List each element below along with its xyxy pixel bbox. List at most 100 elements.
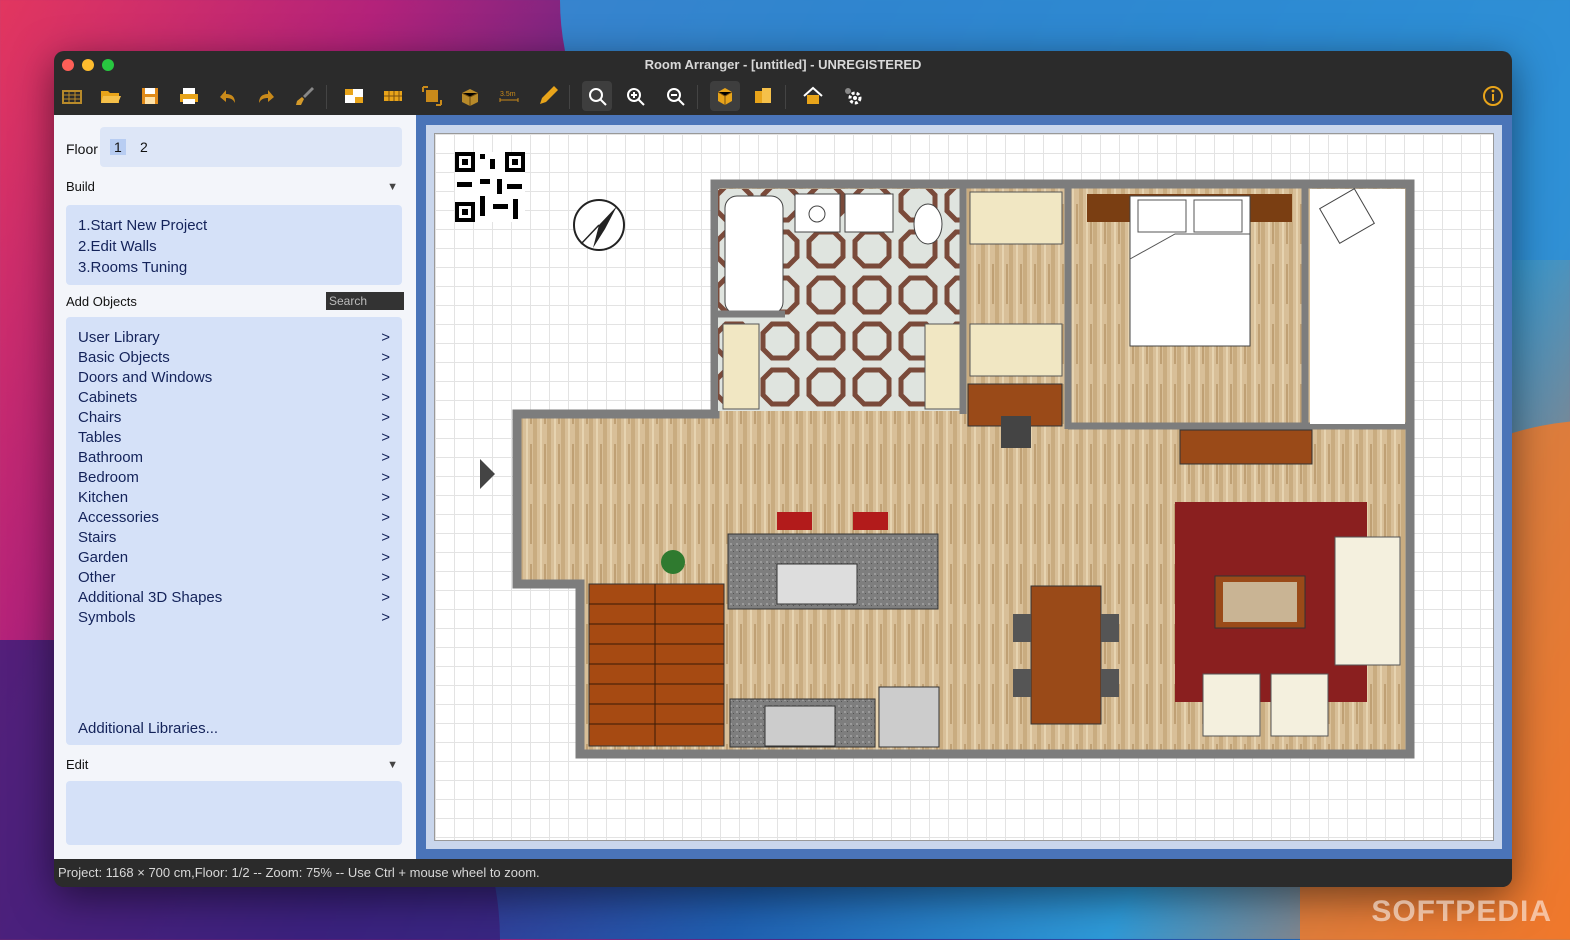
chevron-right-icon: > — [381, 409, 390, 426]
floor-selector: 1 2 — [100, 127, 402, 167]
toolbar: 3.5m — [54, 79, 1512, 115]
save-icon[interactable] — [135, 81, 165, 111]
settings-icon[interactable] — [838, 81, 868, 111]
floor-plan-canvas[interactable] — [434, 133, 1494, 841]
bath-cabinet[interactable] — [722, 323, 760, 410]
floor-option-1[interactable]: 1 — [110, 139, 126, 155]
wardrobe[interactable] — [969, 191, 1063, 245]
object-library-list: User Library > Basic Objects > Doors and W… — [66, 317, 402, 745]
stairs[interactable] — [588, 583, 725, 747]
library-item-user-library[interactable]: User Library > — [78, 329, 390, 346]
library-item-bedroom[interactable]: Bedroom > — [78, 469, 390, 486]
library-item-doors-and-windows[interactable]: Doors and Windows > — [78, 369, 390, 386]
redo-icon[interactable] — [252, 81, 282, 111]
measure-icon[interactable]: 3.5m — [494, 81, 524, 111]
dining-chair[interactable] — [1101, 669, 1119, 697]
grid-icon[interactable] — [57, 81, 87, 111]
tv-stand[interactable] — [1179, 429, 1313, 465]
build-item-edit-walls[interactable]: 2.Edit Walls — [78, 238, 157, 255]
library-item-garden[interactable]: Garden > — [78, 549, 390, 566]
add-objects-label: Add Objects — [66, 294, 137, 309]
wardrobe[interactable] — [969, 323, 1063, 377]
print-icon[interactable] — [174, 81, 204, 111]
chevron-right-icon: > — [381, 569, 390, 586]
app-window: Room Arranger - [untitled] - UNREGISTERE… — [54, 51, 1512, 887]
floor-plan-drawing — [455, 152, 1415, 759]
library-item-chairs[interactable]: Chairs > — [78, 409, 390, 426]
chevron-right-icon: > — [381, 489, 390, 506]
chevron-right-icon: > — [381, 469, 390, 486]
window-title: Room Arranger - [untitled] - UNREGISTERE… — [644, 57, 922, 72]
floor-icon[interactable] — [378, 81, 408, 111]
library-item-basic-objects[interactable]: Basic Objects > — [78, 349, 390, 366]
dining-chair[interactable] — [1101, 614, 1119, 642]
dining-chair[interactable] — [1013, 614, 1031, 642]
library-item-bathroom[interactable]: Bathroom > — [78, 449, 390, 466]
zoom-out-icon[interactable] — [660, 81, 690, 111]
dining-table[interactable] — [1030, 585, 1102, 725]
chevron-right-icon: > — [381, 389, 390, 406]
chevron-right-icon: > — [381, 549, 390, 566]
bathtub[interactable] — [724, 195, 784, 315]
object-icon[interactable] — [455, 81, 485, 111]
dining-chair[interactable] — [1013, 669, 1031, 697]
chevron-right-icon: > — [381, 449, 390, 466]
library-item-cabinets[interactable]: Cabinets > — [78, 389, 390, 406]
office-chair[interactable] — [1001, 416, 1031, 448]
compass-icon — [573, 199, 625, 251]
svg-text:3.5m: 3.5m — [500, 91, 516, 98]
build-item-rooms-tuning[interactable]: 3.Rooms Tuning — [78, 259, 187, 276]
fridge[interactable] — [878, 686, 940, 748]
3d-box-icon[interactable] — [710, 81, 740, 111]
chevron-right-icon: > — [381, 609, 390, 626]
washbasin[interactable] — [844, 193, 894, 233]
collapse-edit-icon[interactable]: ▼ — [387, 759, 398, 771]
minimize-window-button[interactable] — [82, 59, 94, 71]
toilet[interactable] — [913, 203, 943, 245]
build-list: 1.Start New Project 2.Edit Walls 3.Rooms… — [66, 205, 402, 285]
kitchen-sink[interactable] — [776, 563, 858, 605]
sink[interactable] — [794, 193, 841, 233]
library-item-additional-3d-shapes[interactable]: Additional 3D Shapes > — [78, 589, 390, 606]
plan-canvas-border — [426, 125, 1502, 849]
library-item-accessories[interactable]: Accessories > — [78, 509, 390, 526]
collapse-build-icon[interactable]: ▼ — [387, 181, 398, 193]
close-window-button[interactable] — [62, 59, 74, 71]
bath-cabinet[interactable] — [924, 323, 962, 410]
pencil-icon[interactable] — [533, 81, 563, 111]
armchair[interactable] — [1270, 673, 1329, 737]
resize-icon[interactable] — [417, 81, 447, 111]
house-icon[interactable] — [798, 81, 828, 111]
edit-section-label: Edit — [66, 757, 89, 772]
info-icon[interactable] — [1478, 81, 1508, 111]
library-item-stairs[interactable]: Stairs > — [78, 529, 390, 546]
sofa[interactable] — [1334, 536, 1401, 666]
zoom-window-button[interactable] — [102, 59, 114, 71]
build-item-start-new-project[interactable]: 1.Start New Project — [78, 217, 207, 234]
stove[interactable] — [764, 705, 836, 747]
chevron-right-icon: > — [381, 429, 390, 446]
additional-libraries-link[interactable]: Additional Libraries... — [78, 720, 390, 737]
plan-canvas-frame — [416, 115, 1512, 859]
undo-icon[interactable] — [212, 81, 242, 111]
brush-icon[interactable] — [290, 81, 320, 111]
wall-icon[interactable] — [339, 81, 369, 111]
search-input[interactable]: Search — [326, 292, 404, 310]
chevron-right-icon: > — [381, 589, 390, 606]
library-item-other[interactable]: Other > — [78, 569, 390, 586]
library-item-kitchen[interactable]: Kitchen > — [78, 489, 390, 506]
chevron-right-icon: > — [381, 529, 390, 546]
zoom-fit-icon[interactable] — [582, 81, 612, 111]
library-item-tables[interactable]: Tables > — [78, 429, 390, 446]
bar-stool[interactable] — [777, 512, 812, 530]
open-folder-icon[interactable] — [95, 81, 125, 111]
softpedia-watermark: SOFTPEDIA — [1371, 895, 1552, 928]
floor-option-2[interactable]: 2 — [136, 139, 152, 155]
armchair[interactable] — [1202, 673, 1261, 737]
3d-multi-icon[interactable] — [748, 81, 778, 111]
zoom-in-icon[interactable] — [620, 81, 650, 111]
plant[interactable] — [661, 550, 685, 574]
chevron-right-icon: > — [381, 329, 390, 346]
library-item-symbols[interactable]: Symbols > — [78, 609, 390, 626]
bar-stool[interactable] — [853, 512, 888, 530]
